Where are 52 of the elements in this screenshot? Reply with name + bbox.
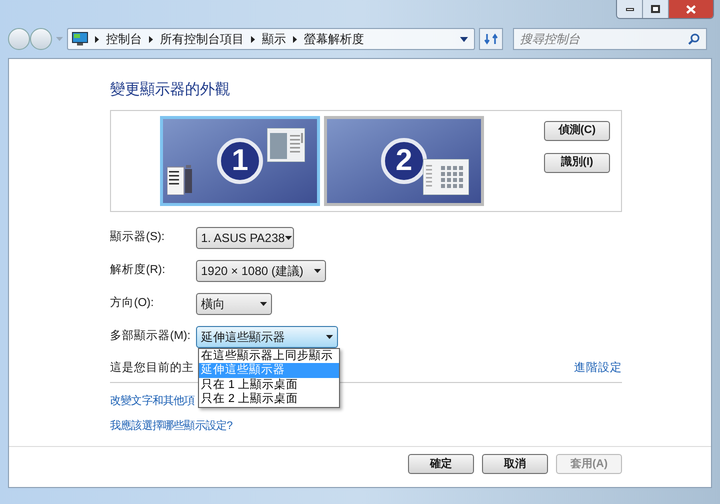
close-icon xyxy=(686,4,696,14)
help-link[interactable]: 我應該選擇哪些顯示設定? xyxy=(110,418,232,434)
advanced-settings-link[interactable]: 進階設定 xyxy=(574,360,622,378)
caret-icon[interactable] xyxy=(460,36,468,42)
refresh-icon xyxy=(484,33,498,45)
dropdown[interactable]: 延伸這些顯示器 xyxy=(196,326,338,348)
monitor-number: 1 xyxy=(217,138,263,184)
help-link[interactable]: 改變文字和其他項 xyxy=(110,392,195,409)
chevron-icon xyxy=(251,36,255,42)
page-heading: 變更顯示器的外觀 xyxy=(110,80,230,100)
dropdown[interactable]: 橫向 xyxy=(196,293,272,315)
maximize-button[interactable] xyxy=(643,0,669,18)
close-button[interactable] xyxy=(669,0,713,18)
setting-label: 多部顯示器(M): xyxy=(110,328,192,344)
document-icon xyxy=(167,164,193,194)
primary-display-note: 這是您目前的主 xyxy=(110,360,194,376)
dropdown[interactable]: 1920 × 1080 (建議) xyxy=(196,260,326,282)
chevron-icon xyxy=(95,36,99,42)
dropdown-option[interactable]: 只在 2 上顯示桌面 xyxy=(199,392,339,406)
dropdown-option[interactable]: 在這些顯示器上同步顯示 xyxy=(199,348,339,363)
side-button[interactable]: 偵測(C) xyxy=(544,120,610,140)
minimize-button[interactable] xyxy=(617,0,643,18)
dropdown-option[interactable]: 只在 1 上顯示桌面 xyxy=(199,378,339,392)
caret-icon xyxy=(284,236,292,240)
dropdown[interactable]: 1. ASUS PA238 xyxy=(196,227,294,249)
monitor-icon xyxy=(72,32,88,46)
side-button[interactable]: 識別(I) xyxy=(544,152,610,172)
breadcrumb-item[interactable]: 螢幕解析度 xyxy=(304,30,364,48)
monitor-tile[interactable]: 2 xyxy=(324,116,484,206)
chevron-icon xyxy=(149,36,153,42)
breadcrumb-item[interactable]: 顯示 xyxy=(262,30,286,48)
dialog-button[interactable]: 取消 xyxy=(482,454,548,474)
caret-icon xyxy=(314,269,321,273)
setting-label: 解析度(R): xyxy=(110,262,166,278)
caret-icon xyxy=(326,335,333,339)
address-bar[interactable]: 控制台 所有控制台項目 顯示 螢幕解析度 xyxy=(67,28,475,50)
setting-label: 顯示器(S): xyxy=(110,230,166,246)
chevron-icon xyxy=(293,36,297,42)
breadcrumb-item[interactable]: 控制台 xyxy=(106,30,142,48)
breadcrumb-item[interactable]: 所有控制台項目 xyxy=(160,30,244,48)
refresh-button[interactable] xyxy=(479,28,503,50)
caret-icon xyxy=(260,302,267,306)
monitor-number: 2 xyxy=(381,138,427,184)
setting-label: 方向(O): xyxy=(110,295,155,312)
monitor-tile[interactable]: 1 xyxy=(160,116,320,206)
search-field[interactable]: 搜尋控制台 xyxy=(513,28,707,50)
dialog-button[interactable]: 確定 xyxy=(408,454,474,474)
window-icon xyxy=(267,128,305,162)
caret-icon xyxy=(56,37,63,41)
search-icon xyxy=(688,33,700,45)
calendar-window-icon xyxy=(423,158,469,194)
search-input[interactable]: 搜尋控制台 xyxy=(520,30,688,48)
